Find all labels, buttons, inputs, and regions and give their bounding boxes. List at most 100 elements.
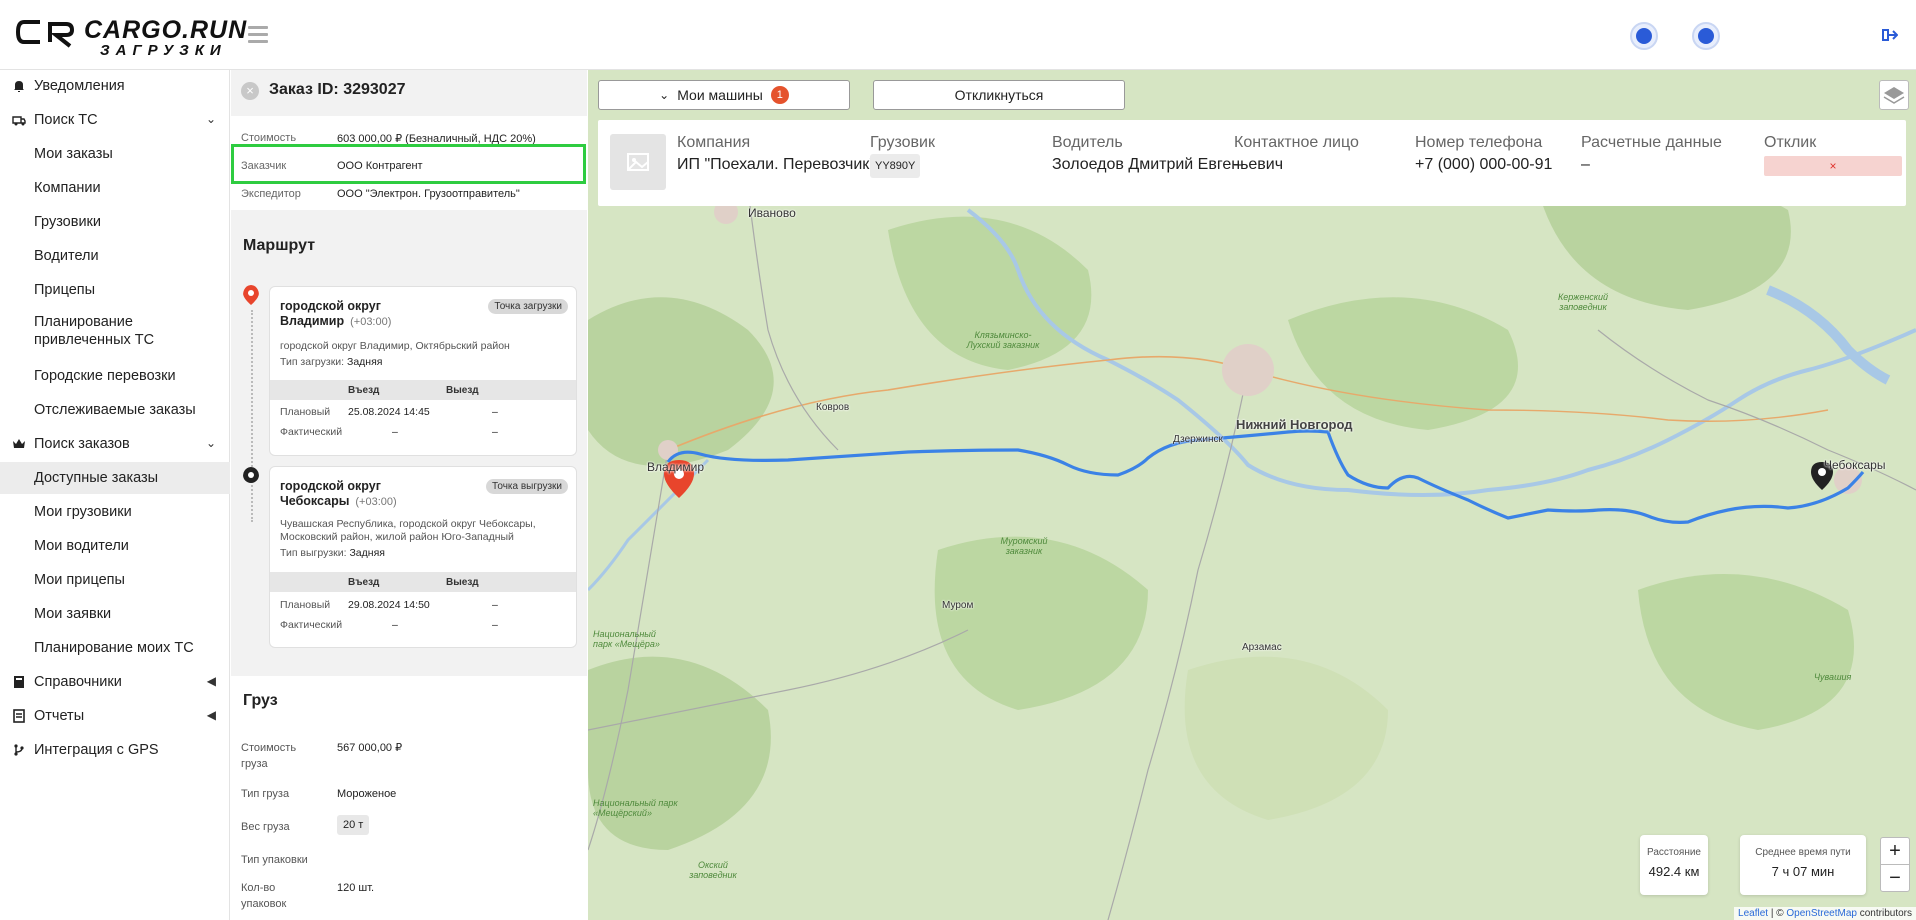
city-line1: городской округ <box>280 299 381 313</box>
city-label-arzamas: Арзамас <box>1242 642 1282 653</box>
sidebar-item-gps-integration[interactable]: Интеграция с GPS <box>0 734 230 766</box>
sidebar-item-label: Прицепы <box>34 282 96 298</box>
sidebar-item-my-trucks[interactable]: Мои грузовики <box>0 496 230 528</box>
route-point-card[interactable]: городской округ Владимир (+03:00) Точка за… <box>269 286 577 456</box>
zoom-out-button[interactable]: − <box>1880 864 1910 892</box>
info-label: Экспедитор <box>241 188 301 200</box>
col-in: Въезд <box>348 385 380 396</box>
sidebar-item-label: Водители <box>34 248 99 264</box>
sidebar-item-trucks[interactable]: Грузовики <box>0 206 230 238</box>
osm-link[interactable]: OpenStreetMap <box>1786 908 1857 919</box>
sidebar-item-label: Городские перевозки <box>34 368 176 384</box>
cargo-label: Вес груза <box>241 821 290 833</box>
sidebar-item-label: Доступные заказы <box>34 470 159 486</box>
distance-label: Расстояние <box>1646 847 1701 858</box>
sidebar-item-reports[interactable]: Отчеты ◀ <box>0 700 230 732</box>
sidebar-item-notifications[interactable]: Уведомления <box>0 70 230 102</box>
sidebar-item-label: Мои водители <box>34 538 129 554</box>
chevron-left-icon: ◀ <box>206 674 216 688</box>
truck-plate: YY890Y <box>870 154 921 178</box>
hamburger-menu-icon[interactable] <box>248 26 268 44</box>
leaflet-link[interactable]: Leaflet <box>1738 908 1768 919</box>
zoom-in-button[interactable]: + <box>1880 837 1910 865</box>
cargo-value: 20 т <box>337 815 370 835</box>
sidebar-item-my-drivers[interactable]: Мои водители <box>0 530 230 562</box>
header-truck: Грузовик <box>870 134 935 151</box>
type-label: Тип выгрузки: <box>280 547 347 559</box>
plan-row: Плановый 29.08.2024 14:50 – <box>280 597 576 615</box>
close-icon[interactable]: × <box>241 82 259 100</box>
contact-person: – <box>1234 156 1243 173</box>
logout-icon[interactable] <box>1882 28 1898 42</box>
reserve-label-chuvashia: Чувашия <box>1814 672 1852 682</box>
distance-box: Расстояние 492.4 км <box>1640 835 1708 895</box>
cargo-run-logo[interactable]: CARGO.RUN ЗАГРУЗКИ <box>16 16 246 59</box>
book-icon <box>14 676 24 688</box>
travel-time-box: Среднее время пути 7 ч 07 мин <box>1740 835 1866 895</box>
sidebar-item-label: Справочники <box>34 674 122 690</box>
phone-number: +7 (000) 000-00-91 <box>1415 156 1553 173</box>
logo-mark-icon <box>16 20 75 48</box>
my-cars-dropdown-button[interactable]: ⌄ Мои машины 1 <box>598 80 850 110</box>
payment-details: – <box>1581 156 1590 173</box>
reserve-label-meshchersky: Национальный парк «Мещёрский» <box>593 798 678 818</box>
point-table-header: Въезд Выезд <box>270 572 576 592</box>
sidebar-item-drivers[interactable]: Водители <box>0 240 230 272</box>
plan-out: – <box>492 599 498 611</box>
sidebar-item-label: Мои заявки <box>34 606 112 622</box>
sidebar-item-my-trailers[interactable]: Мои прицепы <box>0 564 230 596</box>
sidebar-item-label: Интеграция с GPS <box>34 742 159 758</box>
city-line1: городской округ <box>280 479 381 493</box>
support-icon[interactable] <box>1630 22 1658 50</box>
timezone: (+03:00) <box>355 496 397 508</box>
attribution-contributors: contributors <box>1856 908 1912 919</box>
logo-subtext: ЗАГРУЗКИ <box>100 42 227 59</box>
sidebar-item-my-requests[interactable]: Мои заявки <box>0 598 230 630</box>
route-connector <box>251 310 253 522</box>
sidebar-item-trailers[interactable]: Прицепы <box>0 274 230 306</box>
sidebar-item-label: Поиск ТС <box>34 112 98 128</box>
sidebar-item-available-orders[interactable]: Доступные заказы <box>0 462 230 494</box>
type-value: Задняя <box>349 547 385 559</box>
type-label: Тип загрузки: <box>280 356 345 368</box>
carrier-table: Компания Грузовик Водитель Контактное ли… <box>598 120 1906 206</box>
my-cars-label: Мои машины <box>677 87 763 103</box>
sidebar-item-label: Мои заказы <box>34 146 113 162</box>
sidebar-item-label: Грузовики <box>34 214 101 230</box>
user-settings-icon[interactable] <box>1692 22 1720 50</box>
respond-button[interactable]: Откликнуться <box>873 80 1125 110</box>
reserve-label-klyazma: Клязьминско-Лухский заказник <box>966 330 1040 350</box>
sidebar-item-label: Компании <box>34 180 101 196</box>
reject-response-button[interactable]: × <box>1764 156 1902 176</box>
sidebar-item-planning-hired[interactable]: Планирование привлеченных ТС <box>0 308 200 354</box>
report-icon <box>13 709 25 723</box>
sidebar-item-planning-my[interactable]: Планирование моих ТС <box>0 632 230 664</box>
point-table-header: Въезд Выезд <box>270 380 576 400</box>
sidebar-item-label: Отслеживаемые заказы <box>34 402 196 418</box>
route-point-city: городской округ Чебоксары (+03:00) <box>280 479 480 510</box>
sidebar-item-search-vehicles[interactable]: Поиск ТС ⌄ <box>0 104 230 136</box>
reserve-label-kerzhensky: Керженский заповедник <box>1557 292 1609 312</box>
chevron-left-icon: ◀ <box>206 708 216 722</box>
map-attribution: Leaflet | © OpenStreetMap contributors <box>1734 907 1916 920</box>
route-map[interactable]: Иваново Ковров Нижний Новгород Дзержинск… <box>588 70 1916 920</box>
point-badge: Точка загрузки <box>488 299 568 314</box>
sidebar-item-tracked-orders[interactable]: Отслеживаемые заказы <box>0 394 230 426</box>
sidebar-item-city-transport[interactable]: Городские перевозки <box>0 360 230 392</box>
city-line2: Чебоксары <box>280 494 350 508</box>
sidebar-item-companies[interactable]: Компании <box>0 172 230 204</box>
header-phone: Номер телефона <box>1415 134 1543 151</box>
header-company: Компания <box>677 134 751 151</box>
sidebar-item-my-orders[interactable]: Мои заказы <box>0 138 230 170</box>
sidebar-item-label: Мои прицепы <box>34 572 125 588</box>
layers-icon[interactable] <box>1879 80 1909 110</box>
sidebar-item-search-orders[interactable]: Поиск заказов ⌄ <box>0 428 230 460</box>
my-cars-count-badge: 1 <box>770 86 789 104</box>
chevron-down-icon: ⌄ <box>205 112 216 126</box>
sidebar-item-directories[interactable]: Справочники ◀ <box>0 666 230 698</box>
branch-icon <box>14 744 24 756</box>
row-label: Плановый <box>280 599 331 611</box>
route-point-card[interactable]: городской округ Чебоксары (+03:00) Точка в… <box>269 466 577 648</box>
sidebar-item-label: Планирование привлеченных ТС <box>34 314 155 348</box>
cargo-value: 120 шт. <box>337 882 375 894</box>
